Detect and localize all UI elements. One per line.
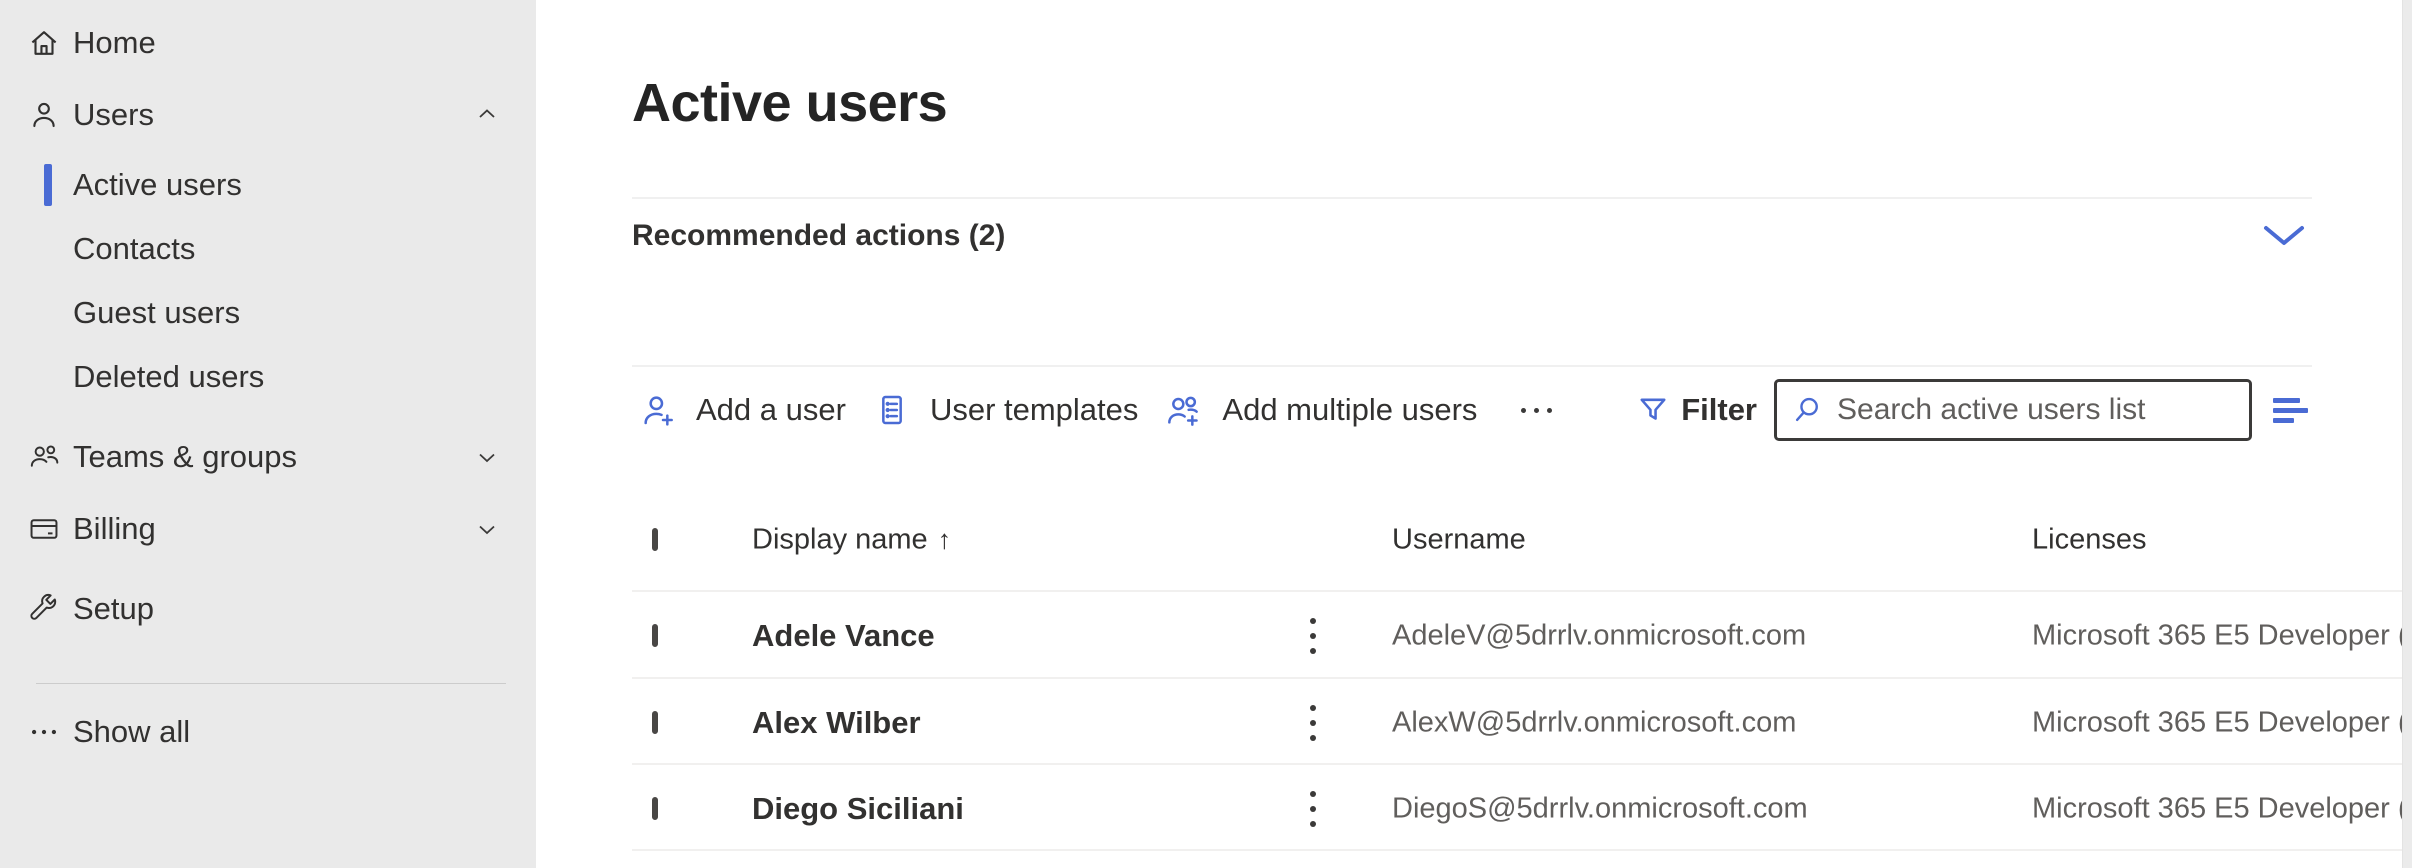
sidebar-item-guest-users[interactable]: Guest users bbox=[0, 281, 536, 345]
row-checkbox[interactable] bbox=[652, 711, 658, 734]
chevron-up-icon bbox=[474, 102, 500, 128]
recommended-actions-heading: Recommended actions (2) bbox=[632, 219, 1005, 253]
template-icon bbox=[872, 390, 912, 430]
sidebar: Home Users Active users Contacts Guest u… bbox=[0, 0, 536, 868]
sidebar-item-label: Deleted users bbox=[73, 359, 264, 395]
column-header-licenses[interactable]: Licenses bbox=[2032, 524, 2146, 557]
user-licenses: Microsoft 365 E5 Developer (without Wind… bbox=[2032, 792, 2412, 825]
selected-indicator bbox=[44, 164, 52, 206]
credit-card-icon bbox=[26, 511, 62, 547]
sidebar-item-label: Guest users bbox=[73, 295, 240, 331]
user-username: AdeleV@5drrlv.onmicrosoft.com bbox=[1392, 619, 1806, 652]
user-icon bbox=[26, 97, 62, 133]
table-row: Diego Siciliani DiegoS@5drrlv.onmicrosof… bbox=[632, 765, 2412, 852]
sidebar-item-label: Home bbox=[73, 25, 156, 61]
filter-button[interactable]: Filter bbox=[1635, 392, 1757, 428]
sort-ascending-arrow-icon: ↑ bbox=[938, 525, 952, 555]
user-templates-button[interactable]: User templates bbox=[872, 390, 1138, 430]
divider bbox=[632, 849, 2412, 851]
search-input[interactable] bbox=[1835, 392, 2237, 428]
more-ellipsis-icon[interactable] bbox=[1515, 398, 1558, 423]
user-display-name[interactable]: Alex Wilber bbox=[752, 705, 921, 741]
add-user-button[interactable]: Add a user bbox=[638, 390, 846, 430]
sidebar-item-setup[interactable]: Setup bbox=[0, 577, 536, 641]
main-content: Active users Recommended actions (2) bbox=[536, 0, 2412, 868]
sidebar-item-home[interactable]: Home bbox=[0, 11, 536, 75]
divider bbox=[632, 197, 2312, 199]
sort-lines-icon[interactable] bbox=[2269, 390, 2312, 431]
person-add-icon bbox=[638, 390, 678, 430]
search-box bbox=[1774, 379, 2252, 441]
scrollbar[interactable] bbox=[2402, 0, 2412, 868]
sidebar-item-label: Show all bbox=[73, 714, 190, 750]
sidebar-item-contacts[interactable]: Contacts bbox=[0, 217, 536, 281]
row-checkbox[interactable] bbox=[652, 624, 658, 647]
home-icon bbox=[26, 25, 62, 61]
row-more-actions-kebab-icon[interactable] bbox=[1300, 785, 1326, 833]
user-username: DiegoS@5drrlv.onmicrosoft.com bbox=[1392, 792, 1808, 825]
user-licenses: Microsoft 365 E5 Developer (without Wind… bbox=[2032, 706, 2412, 739]
chevron-down-icon bbox=[474, 444, 500, 470]
sidebar-item-billing[interactable]: Billing bbox=[0, 497, 536, 561]
people-add-icon bbox=[1164, 390, 1204, 430]
sidebar-item-deleted-users[interactable]: Deleted users bbox=[0, 345, 536, 409]
actions-toolbar: Add a user User tem bbox=[632, 376, 2312, 444]
table-row: Alex Wilber AlexW@5drrlv.onmicrosoft.com… bbox=[632, 679, 2412, 766]
table-row: Adele Vance AdeleV@5drrlv.onmicrosoft.co… bbox=[632, 592, 2412, 679]
user-display-name[interactable]: Diego Siciliani bbox=[752, 791, 964, 827]
user-display-name[interactable]: Adele Vance bbox=[752, 618, 935, 654]
user-username: AlexW@5drrlv.onmicrosoft.com bbox=[1392, 706, 1796, 739]
row-more-actions-kebab-icon[interactable] bbox=[1300, 699, 1326, 747]
sidebar-item-label: Setup bbox=[73, 591, 154, 627]
recommended-actions-expand-chevron-icon[interactable] bbox=[2256, 220, 2312, 252]
sidebar-item-show-all[interactable]: Show all bbox=[0, 700, 536, 764]
sidebar-item-label: Active users bbox=[73, 167, 242, 203]
sidebar-item-active-users[interactable]: Active users bbox=[0, 153, 536, 217]
column-header-username[interactable]: Username bbox=[1392, 524, 1526, 557]
sidebar-item-label: Billing bbox=[73, 511, 156, 547]
filter-funnel-icon bbox=[1635, 392, 1671, 428]
row-more-actions-kebab-icon[interactable] bbox=[1300, 612, 1326, 660]
page-title: Active users bbox=[632, 72, 947, 134]
search-icon bbox=[1789, 392, 1825, 428]
ellipsis-icon bbox=[26, 714, 62, 750]
column-header-display-name[interactable]: Display name bbox=[752, 524, 928, 556]
wrench-icon bbox=[26, 591, 62, 627]
sidebar-divider bbox=[36, 683, 506, 684]
chevron-down-icon bbox=[474, 516, 500, 542]
sidebar-item-label: Contacts bbox=[73, 231, 195, 267]
sidebar-item-teams-groups[interactable]: Teams & groups bbox=[0, 425, 536, 489]
add-multiple-users-button[interactable]: Add multiple users bbox=[1164, 390, 1477, 430]
sidebar-item-label: Users bbox=[73, 97, 154, 133]
table-header: Display name ↑ Username Licenses bbox=[632, 500, 2412, 580]
sidebar-item-users[interactable]: Users bbox=[0, 83, 536, 147]
select-all-checkbox[interactable] bbox=[652, 528, 658, 551]
people-icon bbox=[26, 439, 62, 475]
row-checkbox[interactable] bbox=[652, 797, 658, 820]
user-licenses: Microsoft 365 E5 Developer (without Wind… bbox=[2032, 619, 2412, 652]
divider bbox=[632, 365, 2312, 367]
sidebar-item-label: Teams & groups bbox=[73, 439, 297, 475]
